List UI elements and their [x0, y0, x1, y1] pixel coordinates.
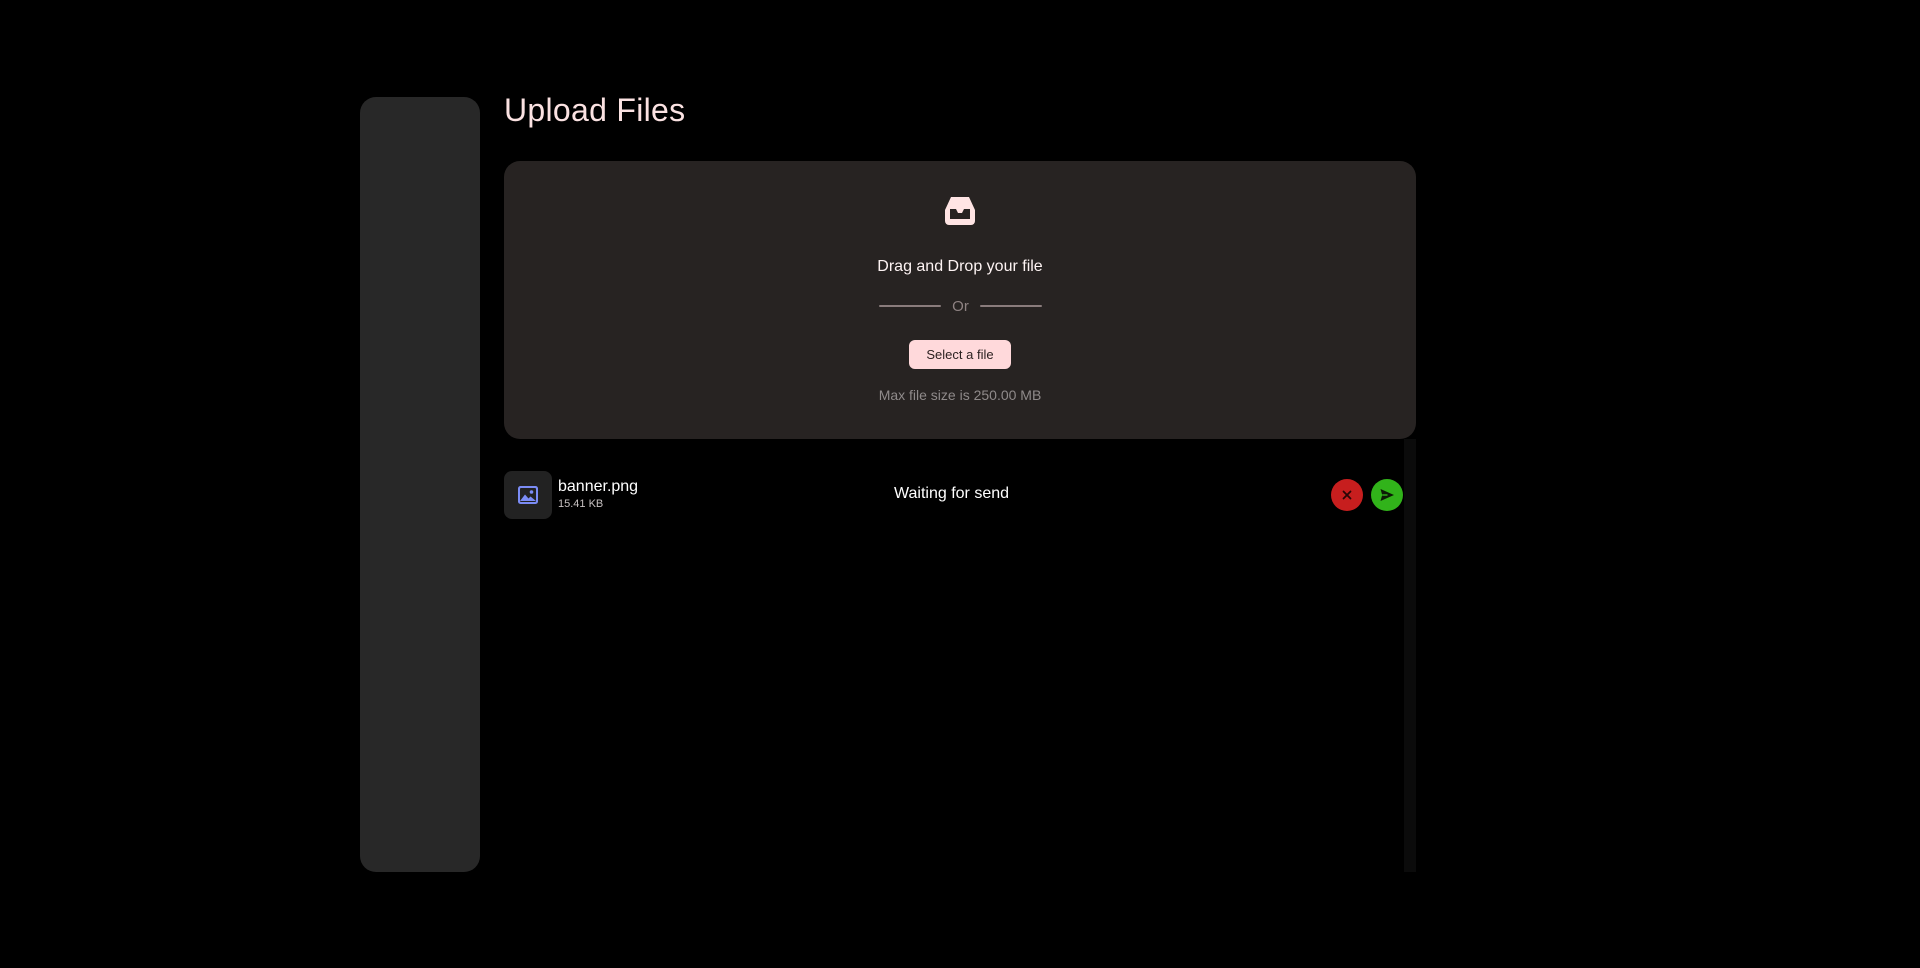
file-list-scrollbar[interactable]: [1404, 439, 1416, 872]
or-separator: Or: [879, 296, 1042, 316]
sidebar-item-transfer[interactable]: [388, 97, 452, 161]
image-icon: [518, 486, 538, 504]
file-list-item: banner.png 15.41 KB Waiting for send: [504, 470, 1404, 520]
file-name: banner.png: [558, 478, 639, 495]
file-status: Waiting for send: [894, 485, 1010, 502]
drop-zone[interactable]: Drag and Drop your file Or Select a file…: [504, 161, 1416, 439]
or-label: Or: [952, 297, 969, 315]
separator-line-left: [879, 305, 941, 307]
drop-zone-title: Drag and Drop your file: [877, 258, 1043, 275]
sidebar: [360, 97, 480, 872]
inbox-tray-icon: [945, 197, 975, 225]
max-size-hint: Max file size is 250.00 MB: [878, 387, 1042, 403]
send-file-button[interactable]: [1371, 479, 1403, 511]
separator-line-right: [980, 305, 1042, 307]
close-icon: [1342, 490, 1352, 500]
file-size: 15.41 KB: [558, 498, 604, 510]
file-thumbnail: [504, 471, 552, 519]
cancel-upload-button[interactable]: [1331, 479, 1363, 511]
page-title: Upload Files: [504, 92, 686, 128]
send-icon: [1380, 489, 1394, 501]
select-file-button[interactable]: Select a file: [909, 340, 1011, 369]
